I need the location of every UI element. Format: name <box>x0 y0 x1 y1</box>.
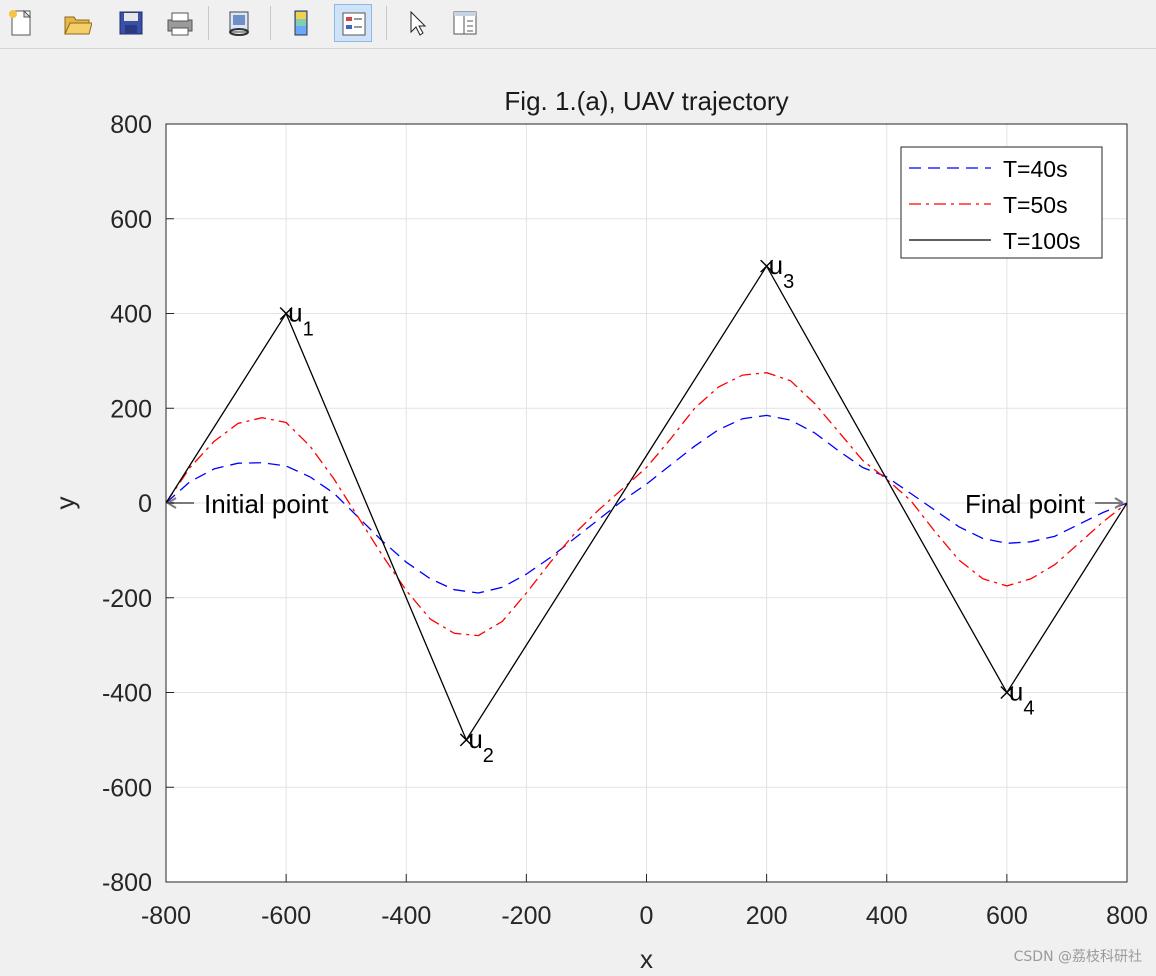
y-tick-label: -600 <box>102 774 152 802</box>
x-tick-label: -400 <box>381 902 431 930</box>
save-icon <box>119 11 143 35</box>
open-file-icon <box>64 16 92 35</box>
waypoint-label-sub: 2 <box>483 745 494 767</box>
figure-toolbar <box>0 0 1156 49</box>
legend-label-1: T=40s <box>1003 156 1068 182</box>
open-file-button[interactable] <box>58 4 96 42</box>
final-point-label: Final point <box>965 489 1086 519</box>
y-tick-label: -400 <box>102 680 152 708</box>
property-inspector-button[interactable] <box>446 4 484 42</box>
property-inspector-icon <box>453 11 477 35</box>
x-tick-label: 800 <box>1106 902 1148 930</box>
x-tick-label: 600 <box>986 902 1028 930</box>
figure-area: u1 u2 u3 u4 Initial point Final point -800 -60… <box>6 52 1156 976</box>
link-plot-button[interactable] <box>220 4 258 42</box>
waypoint-label-sub: 1 <box>303 319 314 341</box>
watermark: CSDN @荔枝科研社 <box>1013 949 1142 965</box>
save-button[interactable] <box>112 4 150 42</box>
legend[interactable]: T=40s T=50s T=100s <box>900 146 1103 259</box>
x-axis-label: x <box>640 944 653 974</box>
pointer-icon <box>410 10 427 36</box>
toolbar-separator <box>386 6 387 40</box>
x-tick-label: -800 <box>141 902 191 930</box>
y-tick-label: -200 <box>102 585 152 613</box>
x-tick-label: 0 <box>640 902 654 930</box>
legend-icon <box>342 12 366 36</box>
new-figure-icon <box>9 9 32 36</box>
waypoint-label-sub: 3 <box>783 271 794 293</box>
chart: u1u2u3u4Initial point Final point -800 -60… <box>6 52 1156 976</box>
link-plot-icon <box>229 11 249 36</box>
legend-button[interactable] <box>334 4 372 42</box>
y-tick-label: 200 <box>110 395 152 423</box>
y-axis-label: y <box>50 497 80 510</box>
waypoint-label-main: u <box>1009 677 1023 707</box>
chart-title: Fig. 1.(a), UAV trajectory <box>504 86 788 116</box>
y-tick-label: -800 <box>102 869 152 897</box>
x-tick-label: -200 <box>501 902 551 930</box>
toolbar-separator <box>208 6 209 40</box>
y-tick-label: 0 <box>138 490 152 518</box>
toolbar-separator <box>270 6 271 40</box>
x-tick-label: 200 <box>746 902 788 930</box>
x-tick-label: 400 <box>866 902 908 930</box>
print-button[interactable] <box>160 4 198 42</box>
colorbar-button[interactable] <box>282 4 320 42</box>
colorbar-icon <box>294 10 308 36</box>
x-tick-label: -600 <box>261 902 311 930</box>
new-figure-button[interactable] <box>2 4 40 42</box>
y-tick-label: 800 <box>110 111 152 139</box>
y-tick-label: 600 <box>110 206 152 234</box>
print-icon <box>167 12 193 36</box>
initial-point-label: Initial point <box>204 489 329 519</box>
waypoint-label-main: u <box>769 250 783 280</box>
waypoint-label-main: u <box>288 298 302 328</box>
pointer-button[interactable] <box>398 4 436 42</box>
legend-label-3: T=100s <box>1003 228 1080 254</box>
legend-label-2: T=50s <box>1003 192 1068 218</box>
y-tick-label: 400 <box>110 301 152 329</box>
waypoint-label-main: u <box>468 724 482 754</box>
waypoint-label-sub: 4 <box>1023 698 1034 720</box>
